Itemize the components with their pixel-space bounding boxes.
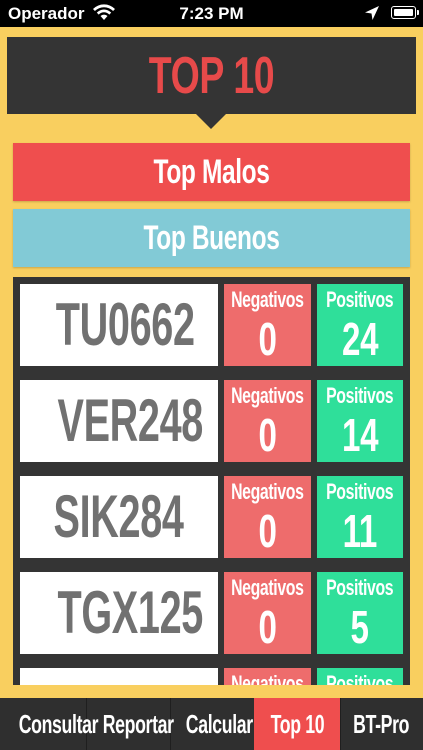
positive-count: 14 (341, 409, 379, 461)
plate-number: TU0662 (20, 284, 218, 366)
negative-count: 0 (258, 409, 277, 461)
top-malos-button[interactable]: Top Malos (13, 143, 410, 201)
top-list[interactable]: TU0662 Negativos 0 Positivos 24 VER248 N… (13, 277, 410, 685)
plate-number: SIK284 (20, 476, 218, 558)
negative-label: Negativos (231, 287, 304, 312)
list-item[interactable]: TU0662 Negativos 0 Positivos 24 (13, 277, 410, 373)
list-item[interactable]: SIK284 Negativos 0 Positivos 11 (13, 469, 410, 565)
top-buenos-label: Top Buenos (143, 219, 280, 257)
negative-label: Negativos (231, 671, 304, 686)
negative-count-box: Negativos 0 (224, 572, 311, 654)
positive-label: Positivos (326, 671, 394, 686)
list-item[interactable]: VER248 Negativos 0 Positivos 14 (13, 373, 410, 469)
positive-count: 11 (342, 505, 378, 557)
tab-bt-pro[interactable]: BT-Pro (340, 698, 423, 750)
positive-count-box: Positivos 24 (317, 284, 403, 366)
negative-count: 0 (258, 313, 277, 365)
positive-label: Positivos (326, 479, 394, 504)
positive-count-box: Positivos 11 (317, 476, 403, 558)
negative-count-box: Negativos 0 (224, 284, 311, 366)
header-banner: TOP 10 (7, 37, 416, 114)
page-title: TOP 10 (148, 47, 275, 105)
plate-number: VER248 (20, 380, 218, 462)
negative-count-box: Negativos 0 (224, 476, 311, 558)
header-pointer-arrow (196, 114, 226, 129)
tab-top-10[interactable]: Top 10 (254, 698, 341, 750)
positive-count: 24 (341, 313, 379, 365)
tab-bar: Consultar Reportar Calcular Top 10 BT-Pr… (0, 698, 423, 750)
plate-number (20, 668, 218, 685)
negative-count-box: Negativos (224, 668, 311, 685)
negative-count: 0 (258, 601, 277, 653)
tab-consultar[interactable]: Consultar (0, 698, 98, 750)
positive-label: Positivos (326, 287, 394, 312)
positive-count-box: Positivos (317, 668, 403, 685)
negative-count-box: Negativos 0 (224, 380, 311, 462)
positive-label: Positivos (326, 575, 394, 600)
tab-calcular[interactable]: Calcular (170, 698, 255, 750)
battery-icon (391, 6, 419, 19)
negative-label: Negativos (231, 479, 304, 504)
tab-reportar[interactable]: Reportar (86, 698, 174, 750)
positive-count-box: Positivos 14 (317, 380, 403, 462)
positive-count: 5 (350, 601, 370, 653)
list-item[interactable]: Negativos Positivos (13, 661, 410, 685)
positive-label: Positivos (326, 383, 394, 408)
clock-time: 7:23 PM (179, 4, 244, 23)
negative-label: Negativos (231, 575, 304, 600)
positive-count-box: Positivos 5 (317, 572, 403, 654)
top-malos-label: Top Malos (153, 153, 270, 191)
list-item[interactable]: TGX125 Negativos 0 Positivos 5 (13, 565, 410, 661)
negative-label: Negativos (231, 383, 304, 408)
status-bar: Operador 7:23 PM (0, 0, 423, 27)
top-buenos-button[interactable]: Top Buenos (13, 209, 410, 267)
negative-count: 0 (258, 505, 277, 557)
plate-number: TGX125 (20, 572, 218, 654)
location-arrow-icon (364, 5, 380, 26)
